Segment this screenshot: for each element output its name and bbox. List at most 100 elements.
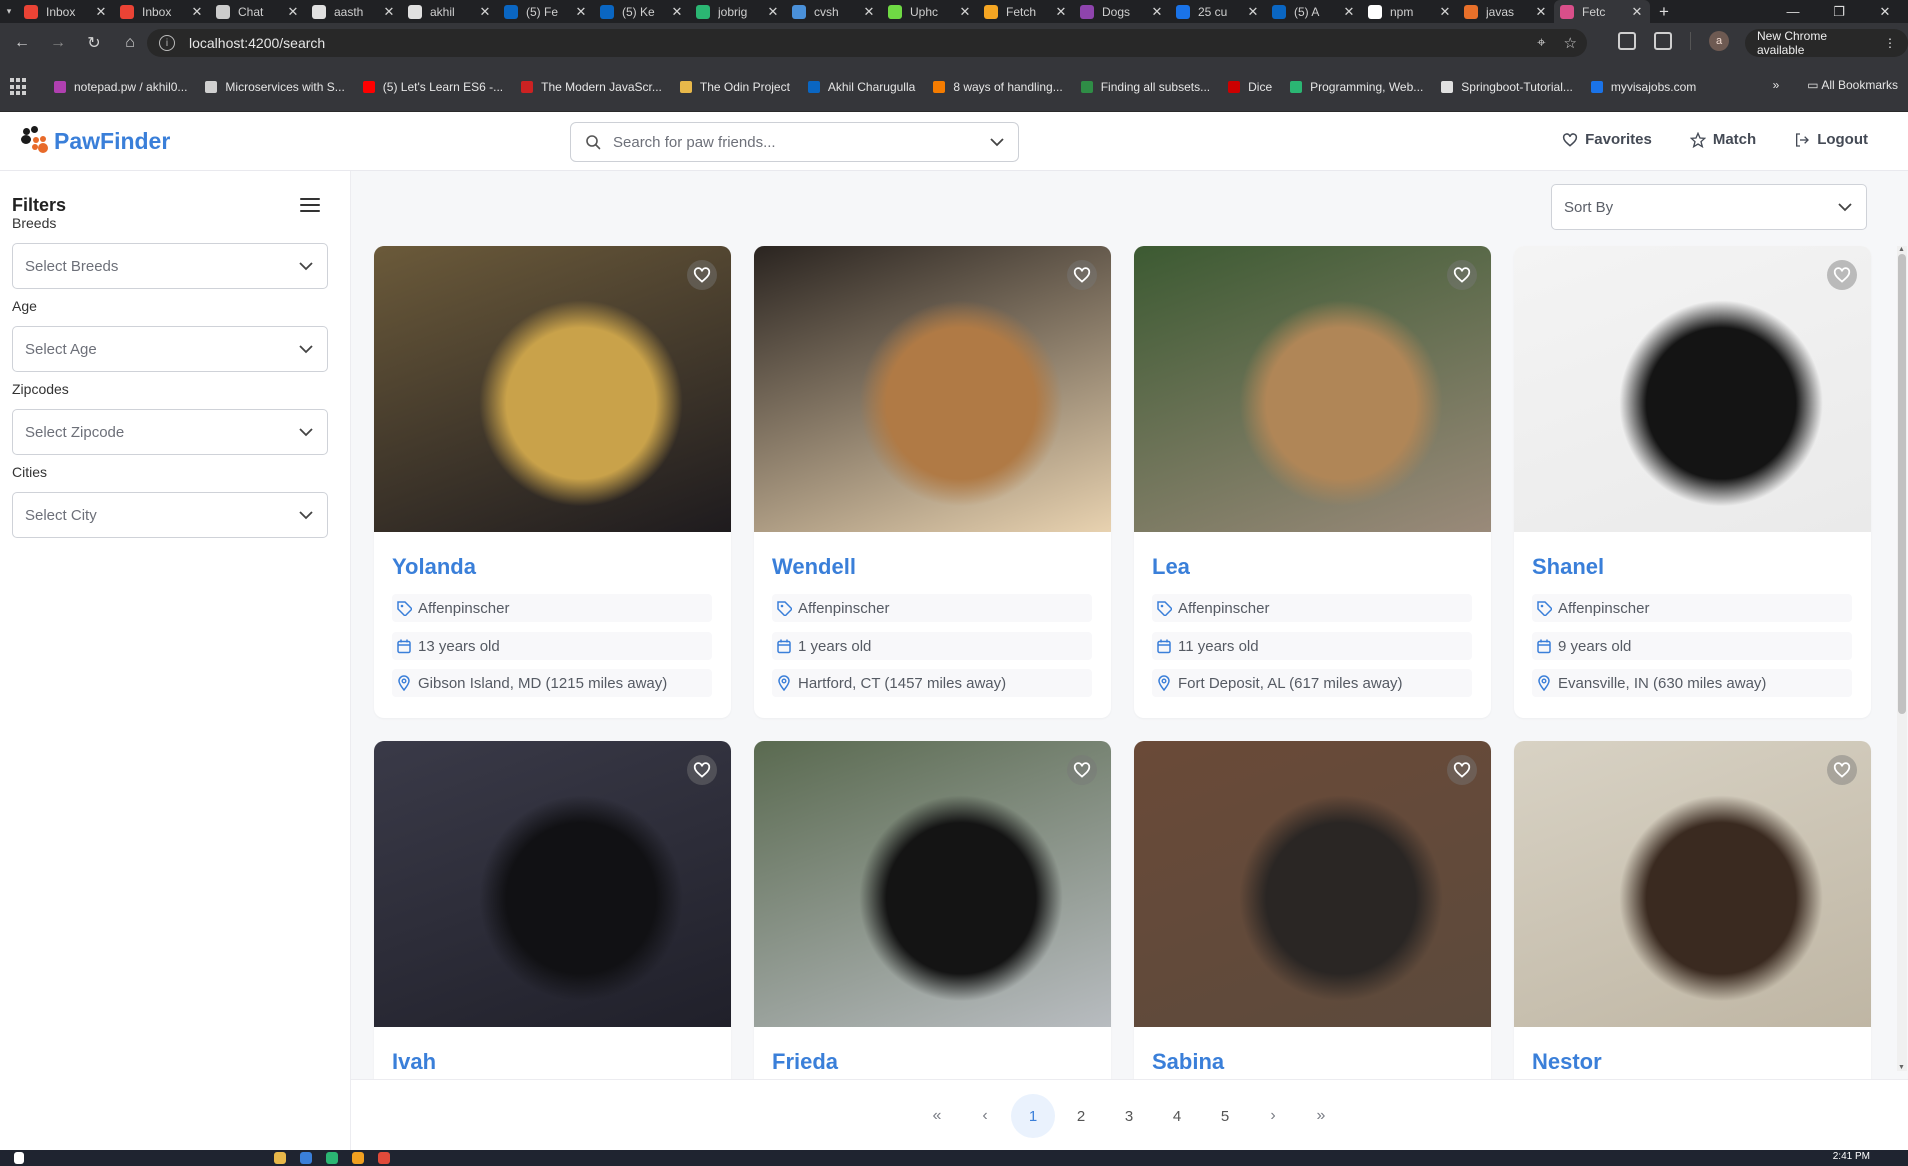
browser-tab[interactable]: javas ✕ xyxy=(1458,0,1554,23)
close-window-icon[interactable]: ✕ xyxy=(1862,0,1908,23)
bookmark-item[interactable]: Finding all subsets... xyxy=(1080,80,1210,94)
tab-close-icon[interactable]: ✕ xyxy=(1246,4,1260,20)
bookmark-item[interactable]: Programming, Web... xyxy=(1290,80,1423,94)
tab-close-icon[interactable]: ✕ xyxy=(382,4,396,20)
taskbar-app-icon[interactable] xyxy=(326,1152,338,1164)
tab-close-icon[interactable]: ✕ xyxy=(190,4,204,20)
next-page-button[interactable]: › xyxy=(1251,1094,1295,1138)
favorite-heart-button[interactable] xyxy=(687,755,717,785)
dog-card[interactable]: Yolanda Affenpinscher 13 years old Gibson I… xyxy=(374,246,731,718)
url-bar[interactable]: i localhost:4200/search ⌖ ☆ xyxy=(147,29,1587,57)
all-bookmarks[interactable]: ▭ All Bookmarks xyxy=(1807,78,1898,92)
browser-tab[interactable]: akhil ✕ xyxy=(402,0,498,23)
browser-tab[interactable]: Fetc ✕ xyxy=(1554,0,1650,23)
dog-card[interactable]: Wendell Affenpinscher 1 years old Hartford,… xyxy=(754,246,1111,718)
sort-by-select[interactable]: Sort By xyxy=(1551,184,1867,230)
browser-tab[interactable]: Dogs ✕ xyxy=(1074,0,1170,23)
taskbar-app-icon[interactable] xyxy=(352,1152,364,1164)
puzzle-icon[interactable] xyxy=(1654,32,1672,50)
taskbar-app-icon[interactable] xyxy=(274,1152,286,1164)
location-icon[interactable]: ⌖ xyxy=(1537,34,1545,52)
bookmark-item[interactable]: notepad.pw / akhil0... xyxy=(54,80,187,94)
tab-close-icon[interactable]: ✕ xyxy=(1438,4,1452,20)
tab-close-icon[interactable]: ✕ xyxy=(766,4,780,20)
filter-select[interactable]: Select Breeds xyxy=(12,243,328,289)
chevron-down-icon[interactable] xyxy=(990,137,1004,147)
forward-icon[interactable]: → xyxy=(40,23,76,63)
back-icon[interactable]: ← xyxy=(4,23,40,63)
filter-select[interactable]: Select City xyxy=(12,492,328,538)
bookmark-item[interactable]: (5) Let's Learn ES6 -... xyxy=(362,80,503,94)
profile-avatar[interactable]: a xyxy=(1709,31,1729,51)
page-1-button[interactable]: 1 xyxy=(1011,1094,1055,1138)
favorite-heart-button[interactable] xyxy=(1447,755,1477,785)
browser-tab[interactable]: 25 cu ✕ xyxy=(1170,0,1266,23)
tab-close-icon[interactable]: ✕ xyxy=(1342,4,1356,20)
tab-close-icon[interactable]: ✕ xyxy=(1630,4,1644,20)
logo[interactable]: PawFinder xyxy=(20,126,170,156)
bookmarks-overflow-icon[interactable]: » xyxy=(1773,78,1780,92)
taskbar-app-icon[interactable] xyxy=(378,1152,390,1164)
browser-tab[interactable]: cvsh ✕ xyxy=(786,0,882,23)
home-icon[interactable]: ⌂ xyxy=(112,23,148,63)
reload-icon[interactable]: ↻ xyxy=(76,23,112,63)
bookmark-item[interactable]: Springboot-Tutorial... xyxy=(1441,80,1573,94)
last-page-button[interactable]: » xyxy=(1299,1094,1343,1138)
scrollbar-thumb[interactable] xyxy=(1898,254,1906,714)
page-2-button[interactable]: 2 xyxy=(1059,1094,1103,1138)
first-page-button[interactable]: « xyxy=(915,1094,959,1138)
prev-page-button[interactable]: ‹ xyxy=(963,1094,1007,1138)
tab-close-icon[interactable]: ✕ xyxy=(286,4,300,20)
new-chrome-available-button[interactable]: New Chrome available ⋮ xyxy=(1745,29,1908,57)
browser-tab[interactable]: (5) Fe ✕ xyxy=(498,0,594,23)
bookmark-item[interactable]: Dice xyxy=(1228,80,1272,94)
restore-icon[interactable]: ❐ xyxy=(1816,0,1862,23)
tab-close-icon[interactable]: ✕ xyxy=(478,4,492,20)
browser-tab[interactable]: (5) Ke ✕ xyxy=(594,0,690,23)
logout-button[interactable]: Logout xyxy=(1794,131,1868,148)
match-button[interactable]: Match xyxy=(1689,131,1756,148)
browser-tab[interactable]: Inbox ✕ xyxy=(18,0,114,23)
tab-close-icon[interactable]: ✕ xyxy=(1150,4,1164,20)
tab-close-icon[interactable]: ✕ xyxy=(94,4,108,20)
bookmark-item[interactable]: 8 ways of handling... xyxy=(933,80,1063,94)
favorites-button[interactable]: Favorites xyxy=(1562,131,1652,148)
tab-close-icon[interactable]: ✕ xyxy=(1534,4,1548,20)
browser-tab[interactable]: Chat ✕ xyxy=(210,0,306,23)
browser-tab[interactable]: (5) A ✕ xyxy=(1266,0,1362,23)
site-info-icon[interactable]: i xyxy=(159,35,175,51)
apps-grid-icon[interactable] xyxy=(10,78,28,96)
favorite-heart-button[interactable] xyxy=(1067,755,1097,785)
filter-select[interactable]: Select Age xyxy=(12,326,328,372)
filter-select[interactable]: Select Zipcode xyxy=(12,409,328,455)
favorite-heart-button[interactable] xyxy=(1827,755,1857,785)
tab-close-icon[interactable]: ✕ xyxy=(1054,4,1068,20)
favorite-heart-button[interactable] xyxy=(1827,260,1857,290)
favorite-heart-button[interactable] xyxy=(1067,260,1097,290)
minimize-icon[interactable]: — xyxy=(1770,0,1816,23)
page-3-button[interactable]: 3 xyxy=(1107,1094,1151,1138)
bookmark-star-icon[interactable]: ☆ xyxy=(1564,34,1577,52)
tab-close-icon[interactable]: ✕ xyxy=(574,4,588,20)
bookmark-item[interactable]: myvisajobs.com xyxy=(1590,80,1696,94)
scrollbar[interactable]: ▲ ▼ xyxy=(1897,246,1907,1071)
new-tab-icon[interactable]: + xyxy=(1650,2,1678,22)
browser-tab[interactable]: Uphc ✕ xyxy=(882,0,978,23)
tab-close-icon[interactable]: ✕ xyxy=(958,4,972,20)
page-4-button[interactable]: 4 xyxy=(1155,1094,1199,1138)
start-icon[interactable] xyxy=(14,1152,24,1164)
taskbar-app-icon[interactable] xyxy=(300,1152,312,1164)
search-input[interactable]: Search for paw friends... xyxy=(570,122,1019,162)
page-5-button[interactable]: 5 xyxy=(1203,1094,1247,1138)
bookmark-item[interactable]: Microservices with S... xyxy=(205,80,345,94)
tab-close-icon[interactable]: ✕ xyxy=(862,4,876,20)
bookmark-item[interactable]: The Modern JavaScr... xyxy=(521,80,662,94)
browser-tab[interactable]: npm ✕ xyxy=(1362,0,1458,23)
extension-icon[interactable] xyxy=(1618,32,1636,50)
dog-card[interactable]: Shanel Affenpinscher 9 years old Evansville… xyxy=(1514,246,1871,718)
bookmark-item[interactable]: Akhil Charugulla xyxy=(807,80,915,94)
favorite-heart-button[interactable] xyxy=(1447,260,1477,290)
dog-card[interactable]: Lea Affenpinscher 11 years old Fort Deposit… xyxy=(1134,246,1491,718)
favorite-heart-button[interactable] xyxy=(687,260,717,290)
bookmark-item[interactable]: The Odin Project xyxy=(679,80,790,94)
